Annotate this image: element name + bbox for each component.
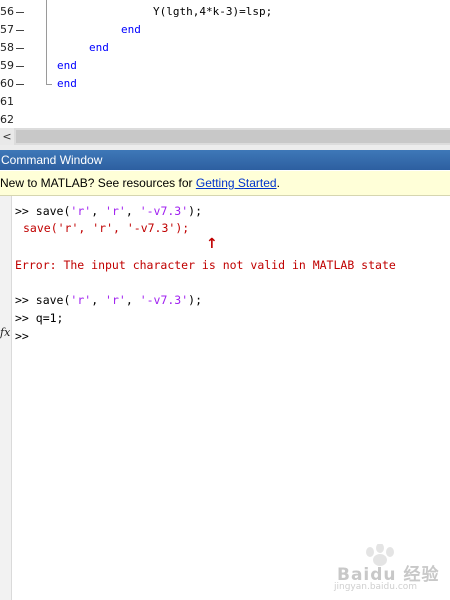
function-browser-icon[interactable]: fx bbox=[0, 326, 10, 339]
command-window-body[interactable] bbox=[0, 196, 450, 600]
separator: , bbox=[91, 293, 106, 307]
line-number: 59 bbox=[0, 59, 14, 72]
string-literal: '-v7.3' bbox=[139, 204, 189, 218]
line-number: 58 bbox=[0, 41, 14, 54]
prompt: >> bbox=[15, 293, 36, 307]
breakpoint-dash[interactable] bbox=[16, 30, 24, 31]
command-text: save( bbox=[35, 204, 71, 218]
watermark-url: jingyan.baidu.com bbox=[334, 582, 418, 592]
breakpoint-dash[interactable] bbox=[16, 66, 24, 67]
error-echo-line: save('r', 'r', '-v7.3'); bbox=[23, 221, 190, 235]
error-message: Error: The input character is not valid … bbox=[15, 258, 396, 272]
breakpoint-dash[interactable] bbox=[16, 12, 24, 13]
command-line: >> q=1; bbox=[15, 311, 64, 325]
string-literal: '-v7.3' bbox=[139, 293, 189, 307]
command-window-margin bbox=[0, 196, 12, 600]
getting-started-link[interactable]: Getting Started bbox=[196, 176, 277, 190]
scrollbar-thumb[interactable] bbox=[16, 130, 450, 143]
string-literal: 'r' bbox=[70, 293, 92, 307]
breakpoint-dash[interactable] bbox=[16, 84, 24, 85]
command-line: >> save('r', 'r', '-v7.3'); bbox=[15, 204, 202, 218]
breakpoint-dash[interactable] bbox=[16, 48, 24, 49]
line-number: 60 bbox=[0, 77, 14, 90]
command-prompt-input[interactable]: >> bbox=[15, 329, 29, 343]
code-line[interactable]: end bbox=[89, 41, 109, 54]
banner-suffix: . bbox=[276, 176, 280, 190]
code-line[interactable]: end bbox=[57, 59, 77, 72]
line-number: 61 bbox=[0, 95, 14, 108]
command-line: >> save('r', 'r', '-v7.3'); bbox=[15, 293, 202, 307]
error-caret-icon: ↑ bbox=[206, 236, 218, 252]
string-literal: 'r' bbox=[70, 204, 92, 218]
command-end: ); bbox=[188, 204, 203, 218]
string-literal: 'r' bbox=[105, 293, 126, 307]
line-number: 62 bbox=[0, 113, 14, 126]
line-number: 57 bbox=[0, 23, 14, 36]
string-literal: 'r' bbox=[105, 204, 126, 218]
separator: , bbox=[125, 293, 140, 307]
command-window-title[interactable]: Command Window bbox=[0, 150, 450, 170]
code-line[interactable]: Y(lgth,4*k-3)=lsp; bbox=[153, 5, 272, 18]
banner-text: New to MATLAB? See resources for bbox=[0, 176, 196, 190]
getting-started-banner: New to MATLAB? See resources for Getting… bbox=[0, 171, 450, 196]
editor-pane: 56 57 58 59 60 61 62 Y(lgth,4*k-3)=lsp; … bbox=[0, 0, 450, 128]
editor-horizontal-scrollbar[interactable]: < bbox=[0, 128, 450, 145]
code-line[interactable]: end bbox=[57, 77, 77, 90]
code-line[interactable]: end bbox=[121, 23, 141, 36]
command-end: ); bbox=[188, 293, 203, 307]
separator: , bbox=[125, 204, 140, 218]
code-fold-line bbox=[46, 0, 47, 84]
code-fold-end bbox=[46, 84, 52, 85]
line-number: 56 bbox=[0, 5, 14, 18]
scroll-left-icon[interactable]: < bbox=[0, 128, 14, 145]
separator: , bbox=[91, 204, 106, 218]
command-text: save( bbox=[35, 293, 71, 307]
prompt: >> bbox=[15, 204, 36, 218]
line-number-gutter: 56 57 58 59 60 61 62 bbox=[0, 0, 28, 128]
